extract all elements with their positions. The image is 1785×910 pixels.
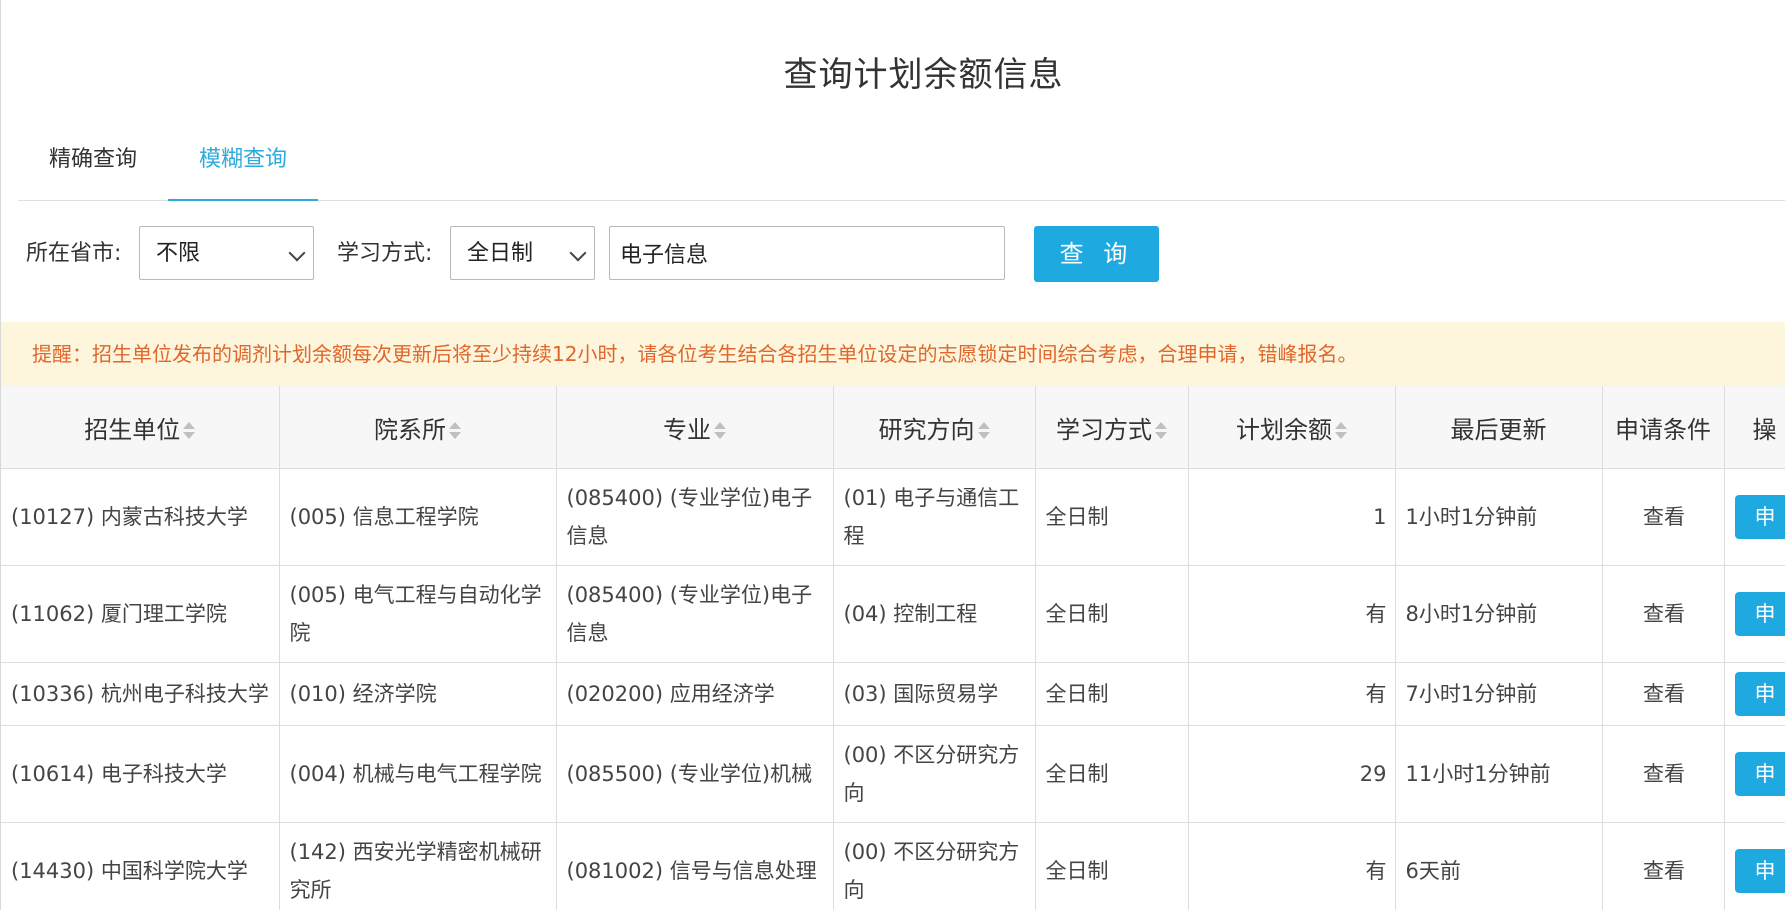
direction-cell: (03) 国际贸易学 — [832, 662, 1036, 726]
sort-icon[interactable] — [977, 421, 990, 441]
header-updated: 最后更新 — [1394, 386, 1603, 469]
unit-link[interactable]: (10127) 内蒙古科技大学 — [1, 468, 280, 566]
study-mode-select-value: 全日制 — [467, 241, 534, 266]
table-header-row: 招生单位 院系所 专业 研究方向 学习方式 计划余额 最后更新 申请条件 操 — [1, 386, 1785, 469]
study-mode-cell: 全日制 — [1034, 468, 1189, 566]
view-conditions-link[interactable]: 查看 — [1601, 725, 1725, 823]
dept-cell: (142) 西安光学精密机械研究所 — [278, 822, 557, 910]
major-cell: (085400) (专业学位)电子信息 — [555, 565, 834, 663]
direction-cell: (04) 控制工程 — [832, 565, 1036, 663]
updated-cell: 8小时1分钟前 — [1394, 565, 1603, 663]
direction-cell: (00) 不区分研究方向 — [832, 822, 1036, 910]
updated-cell: 11小时1分钟前 — [1394, 725, 1603, 823]
view-conditions-link[interactable]: 查看 — [1601, 565, 1725, 663]
apply-button[interactable]: 申 — [1734, 495, 1785, 539]
dept-cell: (005) 电气工程与自动化学院 — [278, 565, 557, 663]
tab-exact-query[interactable]: 精确查询 — [18, 130, 168, 200]
query-button[interactable]: 查 询 — [1034, 226, 1159, 282]
updated-cell: 6天前 — [1394, 822, 1603, 910]
sort-icon[interactable] — [449, 421, 461, 441]
action-cell: 申 — [1723, 468, 1785, 566]
header-direction[interactable]: 研究方向 — [832, 386, 1036, 469]
plan-table: 招生单位 院系所 专业 研究方向 学习方式 计划余额 最后更新 申请条件 操 (… — [1, 386, 1785, 910]
header-major[interactable]: 专业 — [555, 386, 834, 469]
tab-fuzzy-query[interactable]: 模糊查询 — [168, 130, 318, 201]
notice-banner: 提醒：招生单位发布的调剂计划余额每次更新后将至少持续12小时，请各位考生结合各招… — [1, 322, 1785, 386]
province-select-value: 不限 — [156, 241, 201, 266]
chevron-down-icon — [288, 244, 306, 262]
keyword-input[interactable] — [609, 226, 1005, 280]
page: 查询计划余额信息 精确查询 模糊查询 所在省市: 不限 学习方式: 全日制 查 … — [0, 0, 1785, 910]
view-conditions-link[interactable]: 查看 — [1601, 822, 1725, 910]
major-cell: (020200) 应用经济学 — [555, 662, 834, 726]
study-mode-label: 学习方式: — [337, 241, 433, 266]
remaining-cell: 有 — [1187, 662, 1396, 726]
direction-cell: (01) 电子与通信工程 — [832, 468, 1036, 566]
unit-link[interactable]: (10336) 杭州电子科技大学 — [1, 662, 280, 726]
header-conditions: 申请条件 — [1601, 386, 1725, 469]
unit-link[interactable]: (11062) 厦门理工学院 — [1, 565, 280, 663]
sort-icon[interactable] — [1335, 421, 1347, 441]
table-row: (14430) 中国科学院大学 (142) 西安光学精密机械研究所 (08100… — [1, 822, 1785, 910]
province-select[interactable]: 不限 — [139, 226, 314, 280]
table-row: (10614) 电子科技大学 (004) 机械与电气工程学院 (085500) … — [1, 725, 1785, 823]
chevron-down-icon — [569, 244, 587, 262]
apply-button[interactable]: 申 — [1734, 849, 1785, 893]
major-cell: (085500) (专业学位)机械 — [555, 725, 834, 823]
apply-button[interactable]: 申 — [1734, 592, 1785, 636]
updated-cell: 1小时1分钟前 — [1394, 468, 1603, 566]
dept-cell: (004) 机械与电气工程学院 — [278, 725, 557, 823]
sort-icon[interactable] — [714, 421, 726, 441]
header-action: 操 — [1723, 386, 1785, 469]
table-row: (10336) 杭州电子科技大学 (010) 经济学院 (020200) 应用经… — [1, 662, 1785, 726]
study-mode-cell: 全日制 — [1034, 725, 1189, 823]
page-title: 查询计划余额信息 — [783, 55, 1064, 95]
view-conditions-link[interactable]: 查看 — [1601, 662, 1725, 726]
unit-link[interactable]: (14430) 中国科学院大学 — [1, 822, 280, 910]
view-conditions-link[interactable]: 查看 — [1601, 468, 1725, 566]
table-row: (11062) 厦门理工学院 (005) 电气工程与自动化学院 (085400)… — [1, 565, 1785, 663]
remaining-cell: 有 — [1187, 565, 1396, 663]
direction-cell: (00) 不区分研究方向 — [832, 725, 1036, 823]
action-cell: 申 — [1723, 662, 1785, 726]
study-mode-cell: 全日制 — [1034, 822, 1189, 910]
study-mode-cell: 全日制 — [1034, 662, 1189, 726]
action-cell: 申 — [1723, 565, 1785, 663]
search-bar: 所在省市: 不限 学习方式: 全日制 查 询 — [1, 226, 1785, 282]
header-remaining[interactable]: 计划余额 — [1187, 386, 1396, 469]
remaining-cell: 1 — [1187, 468, 1396, 566]
table-row: (10127) 内蒙古科技大学 (005) 信息工程学院 (085400) (专… — [1, 468, 1785, 566]
remaining-cell: 29 — [1187, 725, 1396, 823]
remaining-cell: 有 — [1187, 822, 1396, 910]
study-mode-select[interactable]: 全日制 — [450, 226, 595, 280]
sort-icon[interactable] — [1155, 421, 1167, 441]
study-mode-cell: 全日制 — [1034, 565, 1189, 663]
updated-cell: 7小时1分钟前 — [1394, 662, 1603, 726]
unit-link[interactable]: (10614) 电子科技大学 — [1, 725, 280, 823]
header-unit[interactable]: 招生单位 — [1, 386, 280, 469]
header-study-mode[interactable]: 学习方式 — [1034, 386, 1189, 469]
apply-button[interactable]: 申 — [1734, 672, 1785, 716]
province-label: 所在省市: — [26, 241, 122, 266]
apply-button[interactable]: 申 — [1734, 752, 1785, 796]
action-cell: 申 — [1723, 822, 1785, 910]
dept-cell: (010) 经济学院 — [278, 662, 557, 726]
query-tabs: 精确查询 模糊查询 — [18, 130, 1785, 201]
dept-cell: (005) 信息工程学院 — [278, 468, 557, 566]
action-cell: 申 — [1723, 725, 1785, 823]
major-cell: (081002) 信号与信息处理 — [555, 822, 834, 910]
header-dept[interactable]: 院系所 — [278, 386, 557, 469]
major-cell: (085400) (专业学位)电子信息 — [555, 468, 834, 566]
sort-icon[interactable] — [183, 421, 196, 441]
